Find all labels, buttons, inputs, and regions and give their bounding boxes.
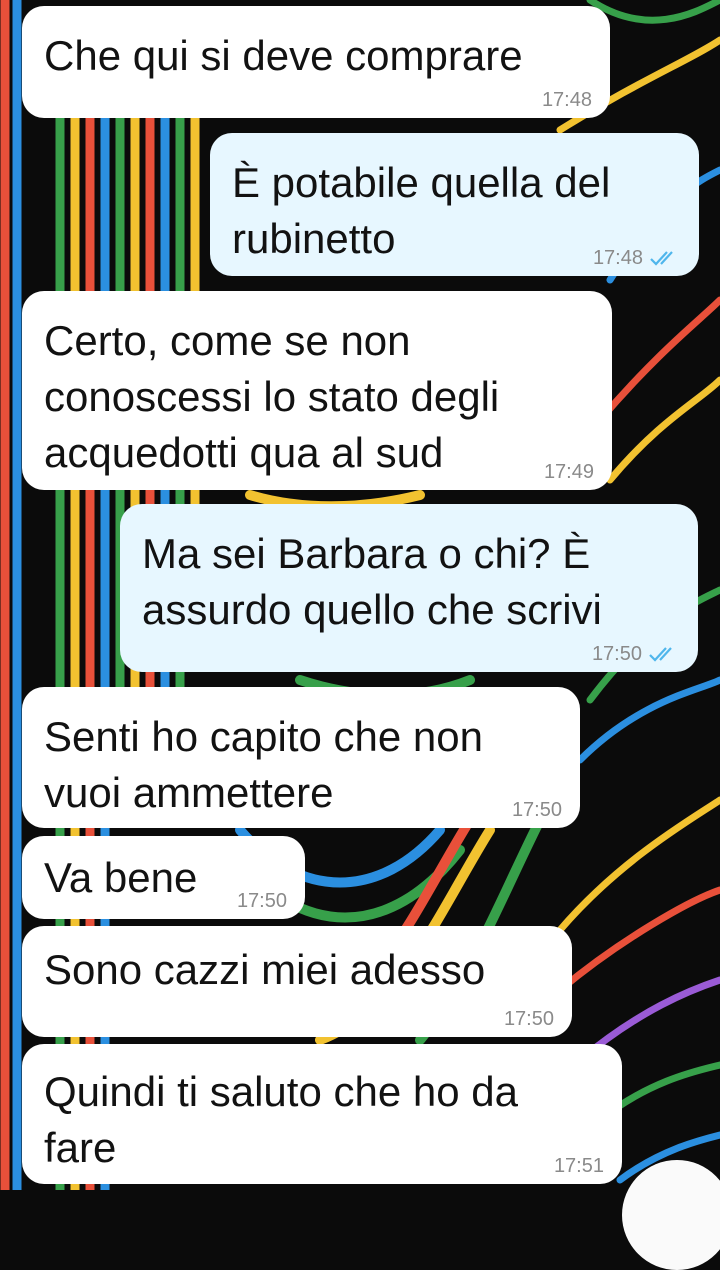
double-check-icon	[649, 647, 672, 662]
message-meta: 17:48	[593, 246, 681, 270]
message-text: Senti ho capito che non vuoi ammettere	[44, 713, 483, 816]
message-meta: 17:50	[512, 798, 562, 822]
message-meta: 17:50	[504, 1007, 554, 1031]
message-meta: 17:51	[554, 1154, 604, 1178]
message-time: 17:51	[553, 1155, 604, 1177]
message-meta: 17:50	[237, 889, 287, 913]
message-text: Che qui si deve comprare	[44, 32, 523, 79]
message-bubble-incoming[interactable]: Senti ho capito che non vuoi ammettere 1…	[22, 687, 580, 828]
message-bubble-incoming[interactable]: Sono cazzi miei adesso 17:50	[22, 926, 572, 1037]
message-text: Ma sei Barbara o chi? È assurdo quello c…	[142, 530, 602, 633]
message-time: 17:49	[543, 461, 594, 483]
message-text: Sono cazzi miei adesso	[44, 946, 486, 993]
scroll-down-button[interactable]	[622, 1160, 720, 1270]
message-bubble-incoming[interactable]: Che qui si deve comprare 17:48	[22, 6, 610, 118]
message-meta: 17:50	[592, 642, 680, 666]
message-meta: 17:49	[544, 460, 594, 484]
message-bubble-outgoing[interactable]: È potabile quella del rubinetto 17:48	[210, 133, 699, 276]
message-time: 17:50	[236, 890, 287, 912]
message-bubble-incoming[interactable]: Certo, come se non conoscessi lo stato d…	[22, 291, 612, 490]
message-bubble-outgoing[interactable]: Ma sei Barbara o chi? È assurdo quello c…	[120, 504, 698, 672]
message-time: 17:48	[592, 247, 643, 269]
message-meta: 17:48	[542, 88, 592, 112]
message-bubble-incoming[interactable]: Quindi ti saluto che ho da fare 17:51	[22, 1044, 622, 1184]
message-time: 17:48	[541, 89, 592, 111]
message-text: Certo, come se non conoscessi lo stato d…	[44, 317, 500, 476]
double-check-icon	[650, 251, 673, 266]
message-bubble-incoming[interactable]: Va bene 17:50	[22, 836, 305, 919]
message-time: 17:50	[511, 799, 562, 821]
message-text: Quindi ti saluto che ho da fare	[44, 1068, 518, 1171]
message-time: 17:50	[503, 1008, 554, 1030]
message-time: 17:50	[591, 643, 642, 665]
